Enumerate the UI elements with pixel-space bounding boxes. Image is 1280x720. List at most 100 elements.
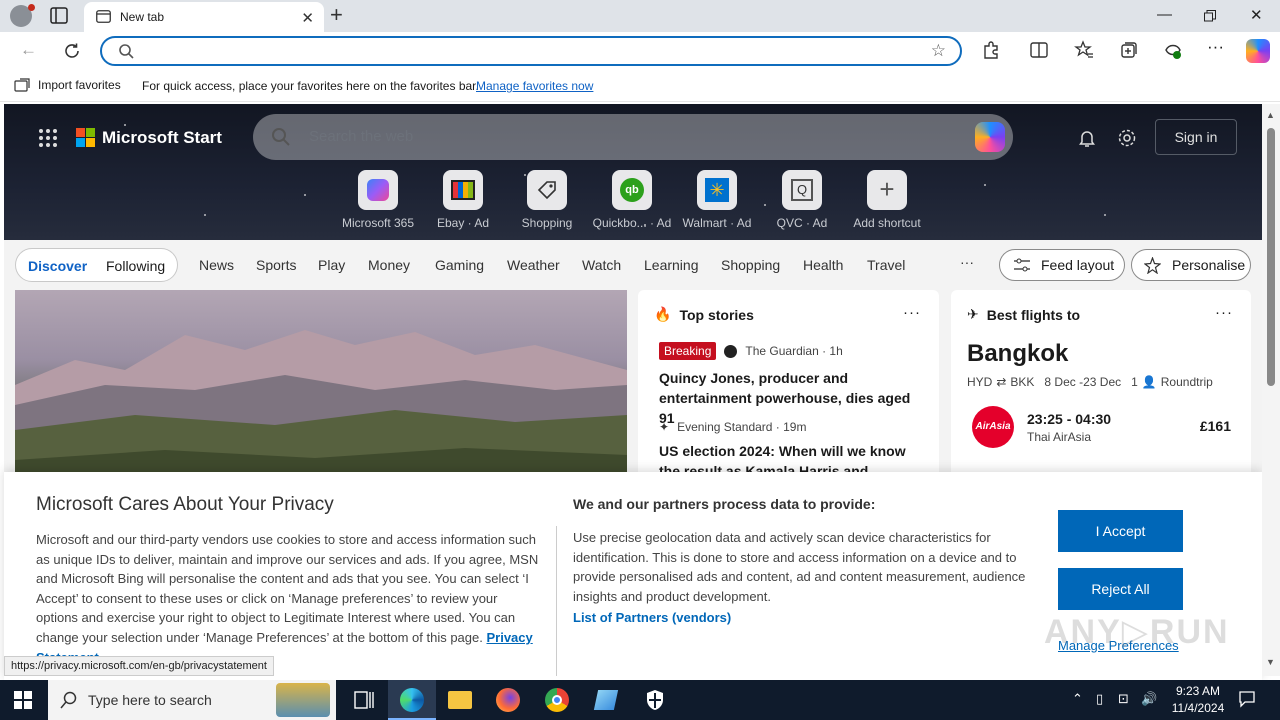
split-screen-icon[interactable] [1029, 40, 1049, 60]
sliders-icon [1014, 258, 1030, 272]
nav-news[interactable]: News [199, 257, 234, 273]
tab-following[interactable]: Following [106, 258, 165, 274]
nav-watch[interactable]: Watch [582, 257, 621, 273]
shortcut-shopping[interactable]: Shopping [507, 170, 587, 230]
extensions-icon[interactable] [981, 40, 1001, 60]
nav-sports[interactable]: Sports [256, 257, 296, 273]
microsoft-365-icon [358, 170, 398, 210]
windows-taskbar: Type here to search ⌃ ▯ ⊡ 🔊 9:23 AM 11/4… [0, 680, 1280, 720]
favorite-star-icon[interactable]: ☆ [931, 41, 946, 61]
shortcut-ebay[interactable]: Ebay · Ad [423, 170, 503, 230]
settings-more-icon[interactable]: ··· [1207, 37, 1227, 57]
shortcut-quickbooks[interactable]: qb Quickbo... · Ad [592, 170, 672, 230]
flights-title: Best flights to [986, 306, 1081, 323]
flight-airline: Thai AirAsia [1027, 430, 1092, 444]
nav-shopping[interactable]: Shopping [721, 257, 780, 273]
mountain-landscape-image [15, 330, 627, 490]
person-icon: 👤 [1141, 375, 1157, 389]
back-icon[interactable]: ← [20, 40, 37, 60]
taskbar-clock[interactable]: 9:23 AM 11/4/2024 [1160, 683, 1236, 717]
page-scrollbar[interactable]: ▲ ▼ [1262, 104, 1280, 676]
airplane-icon: ✈ [967, 306, 979, 322]
favorites-icon[interactable] [1074, 40, 1094, 60]
scrollbar-thumb[interactable] [1267, 128, 1275, 386]
nav-gaming[interactable]: Gaming [435, 257, 484, 273]
task-view-icon[interactable] [340, 680, 388, 720]
tab-discover[interactable]: Discover [28, 258, 87, 274]
card-more-icon[interactable]: ··· [903, 304, 921, 321]
nav-money[interactable]: Money [368, 257, 410, 273]
nav-weather[interactable]: Weather [507, 257, 560, 273]
windows-start-icon[interactable] [14, 691, 32, 709]
new-tab-button[interactable]: + [330, 4, 343, 26]
reject-all-button[interactable]: Reject All [1058, 568, 1183, 610]
nav-health[interactable]: Health [803, 257, 843, 273]
copilot-icon[interactable] [1246, 39, 1270, 63]
personalise-label: Personalise [1172, 257, 1246, 273]
route-destination: BKK [1010, 375, 1035, 389]
web-search-box[interactable]: Search the web [253, 114, 1013, 160]
sign-in-button[interactable]: Sign in [1155, 119, 1237, 155]
story-headline[interactable]: Quincy Jones, producer and entertainment… [659, 368, 919, 428]
accept-button[interactable]: I Accept [1058, 510, 1183, 552]
notifications-bell-icon[interactable] [1077, 128, 1097, 148]
partners-heading: We and our partners process data to prov… [573, 496, 876, 512]
status-bar-url: https://privacy.microsoft.com/en-gb/priv… [4, 656, 274, 676]
ad-label: · Ad [730, 216, 752, 230]
close-tab-icon[interactable]: ✕ [301, 9, 314, 27]
nav-learning[interactable]: Learning [644, 257, 699, 273]
hero-banner: Microsoft Start Search the web Sign in M… [4, 104, 1262, 240]
copilot-icon[interactable] [975, 122, 1005, 152]
network-icon[interactable]: ⊡ [1118, 691, 1129, 707]
card-more-icon[interactable]: ··· [1215, 304, 1233, 321]
list-of-partners-link[interactable]: List of Partners (vendors) [573, 610, 731, 625]
feed-layout-button[interactable]: Feed layout [999, 249, 1125, 281]
volume-icon[interactable]: 🔊 [1141, 691, 1157, 707]
manage-favorites-link[interactable]: Manage favorites now [476, 79, 593, 93]
taskbar-file-explorer[interactable] [436, 680, 484, 720]
close-window-icon[interactable]: ✕ [1250, 6, 1263, 24]
nav-more-icon[interactable]: ··· [960, 254, 974, 270]
shortcut-add[interactable]: + Add shortcut [847, 170, 927, 230]
nav-play[interactable]: Play [318, 257, 345, 273]
shortcut-label: Walmart [682, 216, 727, 230]
profile-avatar[interactable] [10, 4, 35, 27]
shortcut-microsoft-365[interactable]: Microsoft 365 [338, 170, 418, 230]
restore-icon[interactable] [1204, 10, 1216, 22]
search-icon [119, 44, 134, 59]
address-bar[interactable]: ☆ [100, 36, 962, 66]
taskbar-chrome[interactable] [533, 680, 581, 720]
battery-icon[interactable]: ▯ [1096, 691, 1103, 707]
taskbar-notepad[interactable] [582, 680, 630, 720]
quickbooks-icon: qb [612, 170, 652, 210]
tab-new-tab[interactable]: New tab ✕ [84, 2, 324, 32]
taskbar-search-box[interactable]: Type here to search [48, 680, 336, 720]
sparkle-star-icon [1144, 257, 1161, 274]
shortcut-qvc[interactable]: Q QVC · Ad [762, 170, 842, 230]
settings-gear-icon[interactable] [1117, 128, 1137, 148]
collections-icon[interactable] [1119, 40, 1139, 60]
brand-name[interactable]: Microsoft Start [102, 128, 222, 148]
refresh-icon[interactable] [63, 42, 81, 60]
edge-icon [400, 688, 424, 712]
import-favorites-button[interactable]: Import favorites [14, 78, 121, 92]
taskbar-edge[interactable] [388, 680, 436, 720]
nav-travel[interactable]: Travel [867, 257, 905, 273]
app-launcher-icon[interactable] [38, 128, 58, 148]
shortcut-walmart[interactable]: ✳ Walmart · Ad [677, 170, 757, 230]
scroll-down-icon[interactable]: ▼ [1266, 657, 1275, 667]
flight-times[interactable]: 23:25 - 04:30 [1027, 411, 1111, 427]
notifications-icon[interactable] [1238, 690, 1256, 708]
top-stories-card: 🔥 Top stories ··· Breaking The Guardian … [638, 290, 939, 490]
scroll-up-icon[interactable]: ▲ [1266, 110, 1275, 120]
tab-actions-icon[interactable] [50, 7, 68, 24]
taskbar-firefox[interactable] [484, 680, 532, 720]
minimize-icon[interactable]: — [1157, 6, 1172, 23]
travel-dates: 8 Dec -23 Dec [1044, 375, 1122, 389]
personalise-button[interactable]: Personalise [1131, 249, 1251, 281]
show-hidden-icons-icon[interactable]: ⌃ [1072, 691, 1083, 707]
browser-essentials-icon[interactable] [1163, 40, 1183, 60]
flight-destination[interactable]: Bangkok [967, 340, 1068, 368]
taskbar-security[interactable] [631, 680, 679, 720]
featured-story-image[interactable] [15, 290, 627, 490]
